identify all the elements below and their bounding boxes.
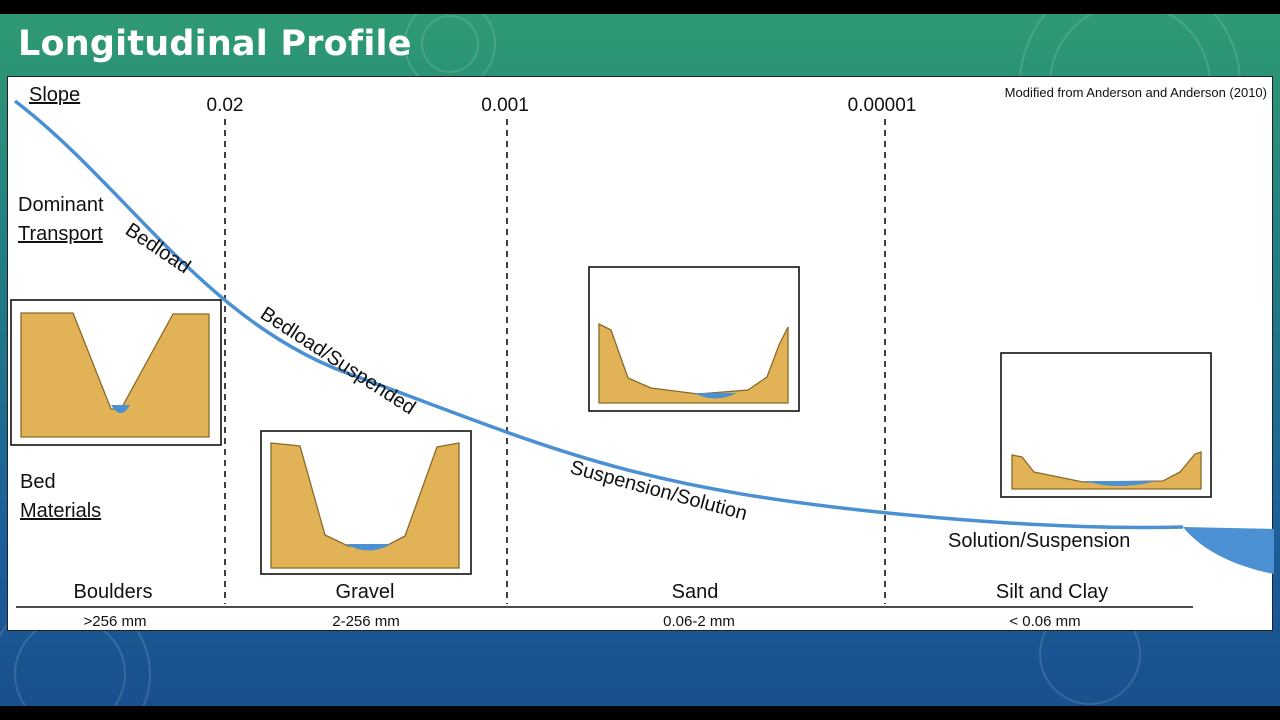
channel-cross-section-sand-icon [588,266,800,412]
transport-label: Solution/Suspension [948,530,1130,552]
bed-material-size: < 0.06 mm [1009,613,1080,630]
bed-material-name: Sand [672,581,719,603]
channel-cross-section-silt-clay-icon [1000,352,1212,498]
transport-label: Bedload/Suspended [256,303,419,420]
transport-label: Bedload [121,219,194,278]
bed-material-size: 2-256 mm [332,613,400,630]
source-credit: Modified from Anderson and Anderson (201… [1005,85,1267,100]
channel-cross-section-gravel-icon [260,430,472,575]
bed-materials-label-line2: Materials [20,500,101,522]
ocean-wedge [1183,527,1274,574]
slope-value: 0.02 [207,95,244,116]
bed-materials-label-line1: Bed [20,471,56,493]
slide: Longitudinal Profile Slope Dominant Tran… [0,14,1280,706]
bed-material-name: Silt and Clay [996,581,1108,603]
slide-title: Longitudinal Profile [18,24,412,64]
diagram-panel: Slope Dominant Transport Bed Materials 0… [7,76,1274,631]
slope-value: 0.001 [481,95,529,116]
channel-cross-section-boulders-icon [10,299,222,446]
bed-material-size: 0.06-2 mm [663,613,735,630]
bed-material-name: Boulders [74,581,153,603]
bed-material-size: >256 mm [84,613,147,630]
slope-label: Slope [29,84,80,106]
bed-material-name: Gravel [336,581,395,603]
longitudinal-profile-diagram: Slope Dominant Transport Bed Materials 0… [10,84,1274,630]
dominant-transport-label-line2: Transport [18,223,103,245]
dominant-transport-label-line1: Dominant [18,194,104,216]
slope-value: 0.00001 [848,95,917,116]
